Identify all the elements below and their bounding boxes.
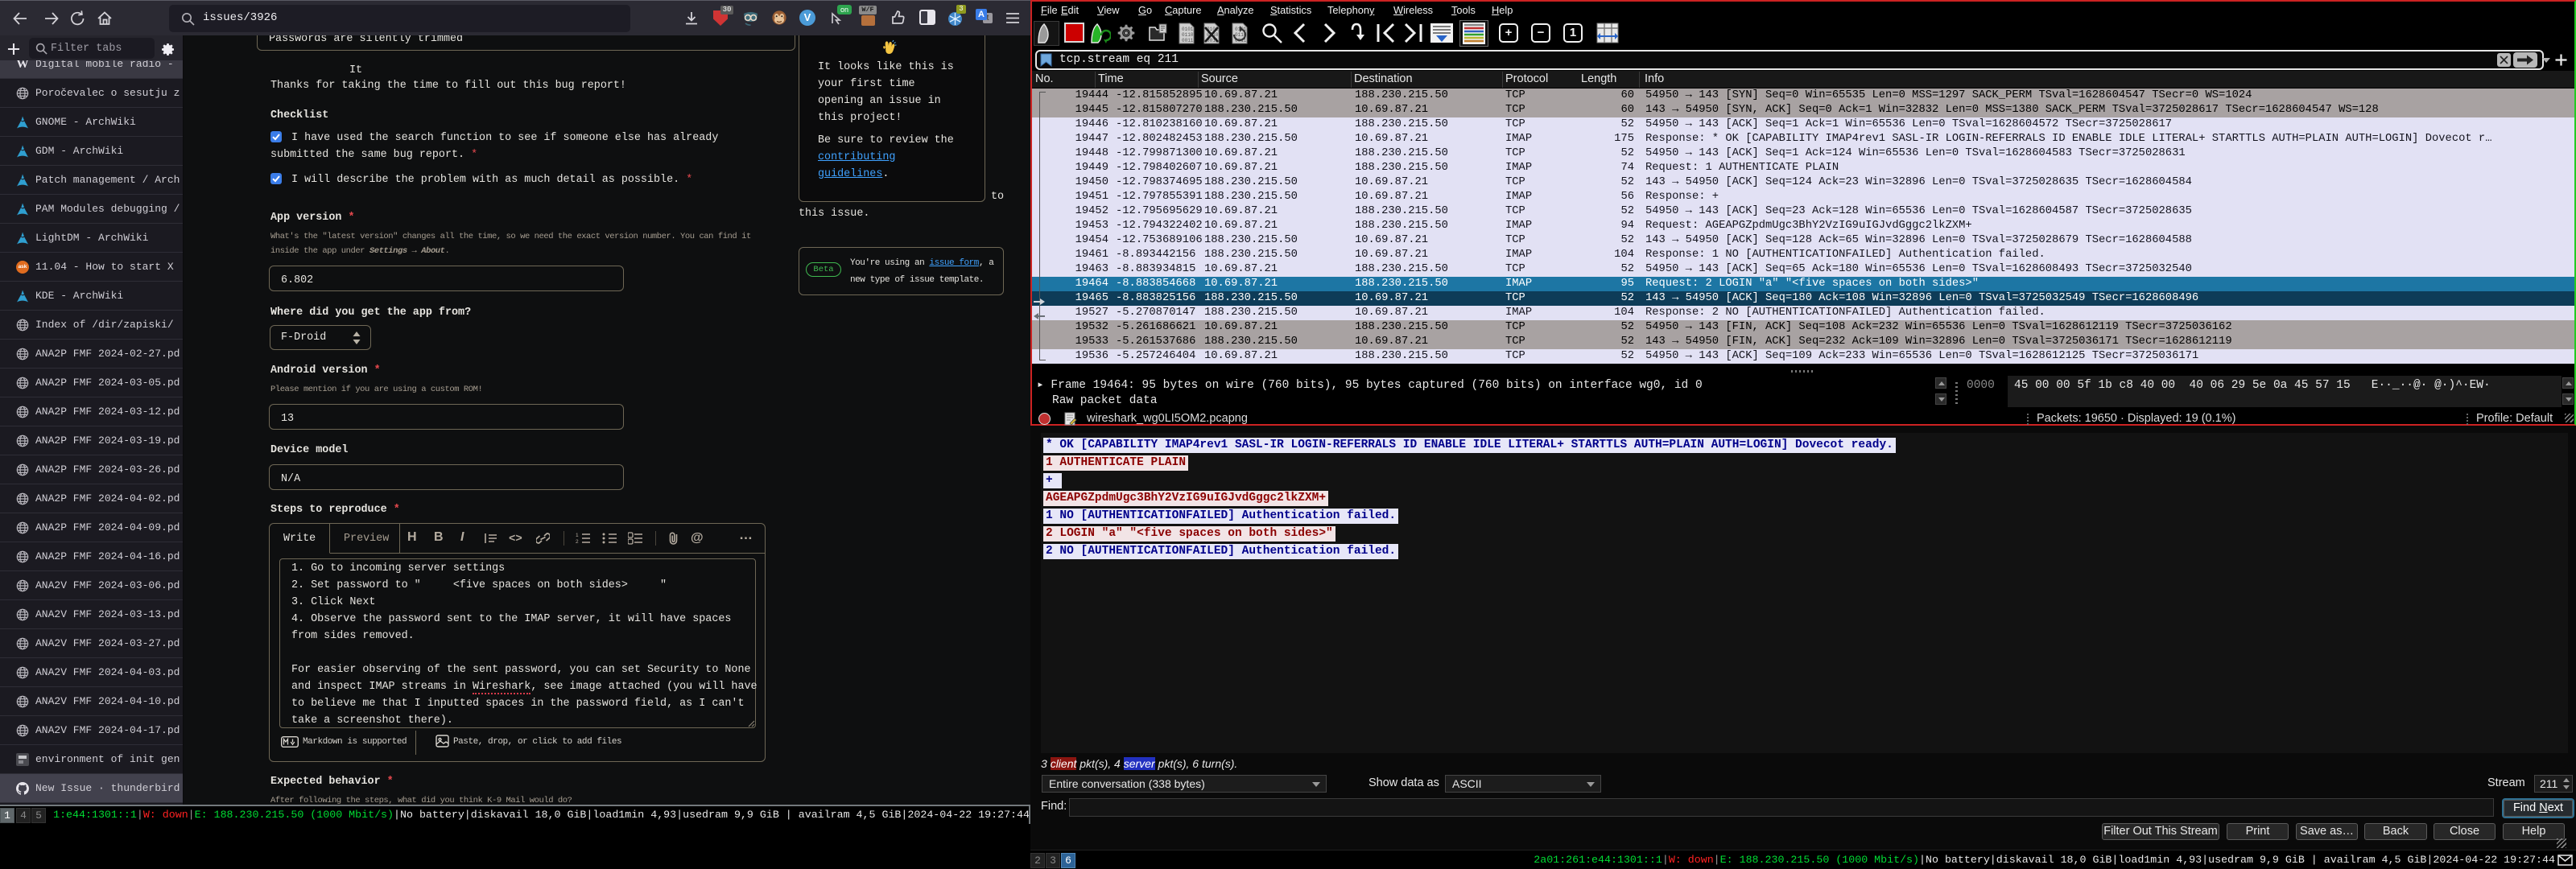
svg-text:0110: 0110 xyxy=(1182,32,1194,38)
svg-text:1: 1 xyxy=(576,533,579,538)
svg-text:2: 2 xyxy=(576,539,579,545)
svg-text:0101: 0101 xyxy=(1182,27,1194,32)
svg-text:0011: 0011 xyxy=(1182,38,1194,43)
